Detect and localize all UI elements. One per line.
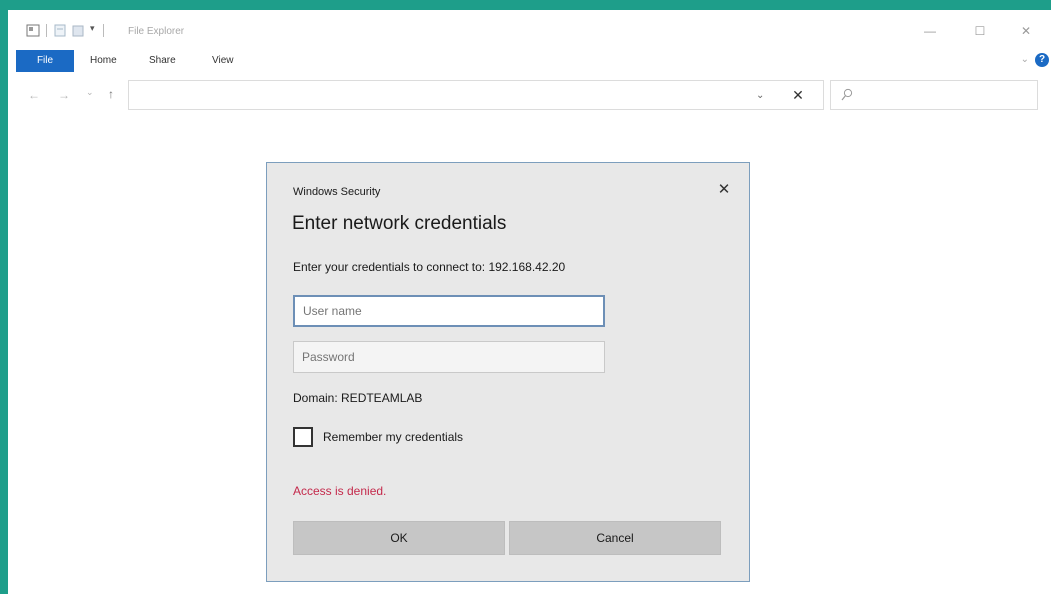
ok-button[interactable]: OK	[293, 521, 505, 555]
tab-home[interactable]: Home	[90, 50, 117, 72]
domain-label: Domain: REDTEAMLAB	[293, 391, 423, 405]
search-icon	[841, 88, 853, 101]
quick-access-properties-icon[interactable]	[54, 24, 66, 37]
password-input[interactable]	[293, 341, 605, 373]
dialog-description: Enter your credentials to connect to: 19…	[293, 260, 566, 274]
forward-arrow-icon[interactable]: →	[58, 88, 70, 102]
file-explorer-window: ▾ File Explorer — ☐ ✕ File Home Share Vi…	[8, 10, 1051, 594]
customize-toolbar-icon[interactable]: ▾	[90, 23, 95, 36]
title-separator	[103, 24, 104, 37]
error-message: Access is denied.	[293, 484, 387, 498]
title-bar: ▾ File Explorer — ☐ ✕	[8, 10, 1051, 40]
clear-address-icon[interactable]: ✕	[788, 86, 808, 104]
dialog-heading: Enter network credentials	[292, 213, 507, 234]
tab-file[interactable]: File	[16, 50, 74, 72]
tab-view[interactable]: View	[212, 50, 234, 72]
username-input[interactable]	[293, 295, 605, 327]
back-arrow-icon[interactable]: ←	[28, 88, 40, 102]
credentials-dialog: Windows Security ✕ Enter network credent…	[266, 162, 750, 582]
cancel-button[interactable]: Cancel	[509, 521, 721, 555]
recent-locations-icon[interactable]: ⌄	[86, 87, 94, 98]
tab-share[interactable]: Share	[149, 50, 176, 72]
help-icon[interactable]: ?	[1035, 53, 1049, 67]
ribbon-tabs: File Home Share View	[8, 50, 1051, 72]
remember-credentials-label[interactable]: Remember my credentials	[323, 430, 463, 444]
dialog-close-button[interactable]: ✕	[713, 179, 735, 201]
window-title: File Explorer	[128, 26, 185, 37]
dialog-caption: Windows Security	[293, 186, 381, 198]
address-bar[interactable]	[128, 80, 824, 110]
address-dropdown-icon[interactable]: ⌄	[756, 90, 764, 101]
expand-ribbon-icon[interactable]: ⌄	[1021, 54, 1029, 65]
new-folder-icon[interactable]	[72, 24, 84, 37]
minimize-button[interactable]: —	[920, 22, 940, 40]
up-arrow-icon[interactable]: ↑	[108, 87, 114, 101]
maximize-button[interactable]: ☐	[970, 22, 990, 40]
remember-credentials-checkbox[interactable]	[293, 427, 313, 447]
title-separator	[46, 24, 47, 37]
close-button[interactable]: ✕	[1016, 22, 1036, 40]
folder-properties-icon[interactable]	[26, 24, 40, 37]
search-box[interactable]	[830, 80, 1038, 110]
